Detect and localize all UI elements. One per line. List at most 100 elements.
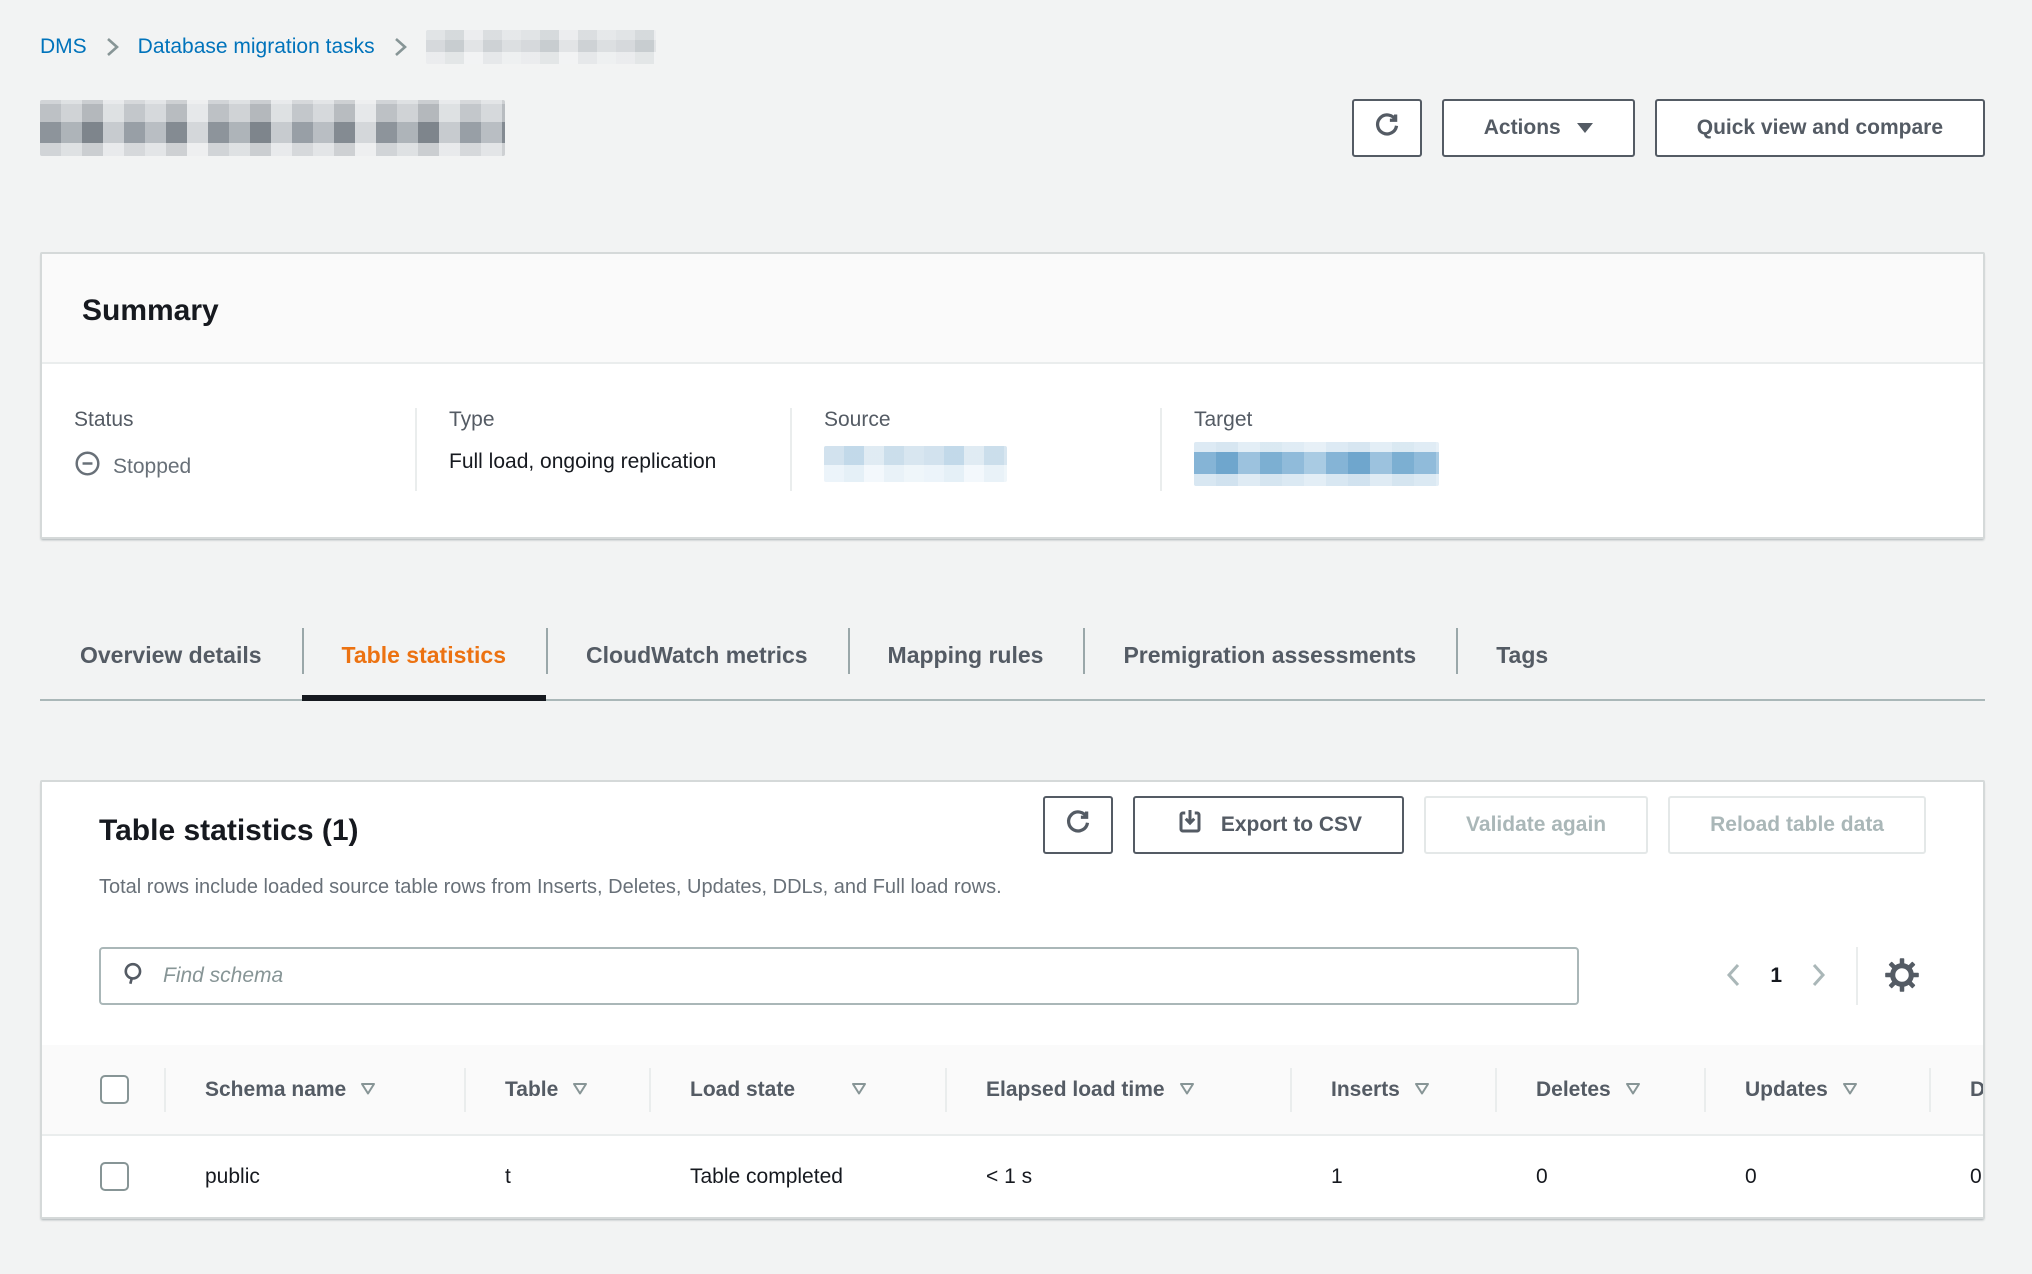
summary-field-target: Target — [1160, 408, 1983, 491]
current-page-number: 1 — [1770, 964, 1782, 988]
table-row: public t Table completed < 1 s 1 0 0 0 — [42, 1135, 1983, 1217]
sort-icon — [851, 1077, 867, 1100]
sort-icon — [1179, 1077, 1195, 1100]
refresh-icon — [1063, 807, 1093, 843]
validate-again-button[interactable]: Validate again — [1424, 796, 1648, 854]
sort-icon — [572, 1077, 588, 1100]
row-checkbox[interactable] — [100, 1162, 129, 1191]
source-label: Source — [824, 408, 1160, 432]
table-refresh-button[interactable] — [1043, 796, 1113, 854]
table-statistics-description: Total rows include loaded source table r… — [42, 876, 1983, 899]
summary-title: Summary — [82, 294, 1943, 328]
stopped-circle-minus-icon — [74, 450, 101, 483]
column-label: Load state — [690, 1078, 795, 1101]
summary-card: Summary Status Stopped Type Full load, o… — [40, 252, 1985, 539]
table-statistics-actions: Export to CSV Validate again Reload tabl… — [1043, 796, 1926, 854]
next-page-button[interactable] — [1796, 954, 1840, 998]
refresh-button[interactable] — [1352, 99, 1422, 157]
sort-icon — [1625, 1077, 1641, 1100]
header-actions: Actions Quick view and compare — [1352, 99, 1985, 157]
page-title-redacted — [40, 100, 505, 156]
tab-premigration-assessments[interactable]: Premigration assessments — [1083, 611, 1456, 699]
breadcrumb: DMS Database migration tasks — [40, 30, 1985, 64]
page-header: Actions Quick view and compare — [40, 98, 1985, 158]
type-value: Full load, ongoing replication — [449, 450, 790, 474]
cell-table: t — [464, 1135, 649, 1217]
column-header-updates[interactable]: Updates — [1704, 1045, 1929, 1135]
table-header-row: Schema name Table Load state Elapsed loa… — [42, 1045, 1983, 1135]
gear-icon — [1884, 957, 1920, 996]
type-label: Type — [449, 408, 790, 432]
cell-schema-name: public — [164, 1135, 464, 1217]
cell-load-state: Table completed — [649, 1135, 945, 1217]
tab-overview-details[interactable]: Overview details — [40, 611, 302, 699]
tab-bar: Overview details Table statistics CloudW… — [40, 611, 1985, 701]
sort-icon — [1842, 1077, 1858, 1100]
schema-search-box — [99, 947, 1579, 1005]
column-label: Table — [505, 1078, 558, 1101]
status-text: Stopped — [113, 455, 191, 479]
column-header-elapsed-load-time[interactable]: Elapsed load time — [945, 1045, 1290, 1135]
reload-table-data-button[interactable]: Reload table data — [1668, 796, 1926, 854]
source-value-redacted — [824, 446, 1007, 482]
tab-cloudwatch-metrics[interactable]: CloudWatch metrics — [546, 611, 848, 699]
column-header-ddls[interactable]: DDLs — [1929, 1045, 1983, 1135]
table-statistics-table: Schema name Table Load state Elapsed loa… — [42, 1045, 1983, 1217]
cell-elapsed-load-time: < 1 s — [945, 1135, 1290, 1217]
tab-table-statistics[interactable]: Table statistics — [302, 611, 546, 699]
select-all-header-cell — [42, 1045, 164, 1135]
column-label: Inserts — [1331, 1078, 1400, 1101]
target-label: Target — [1194, 408, 1983, 432]
pagination: 1 — [1712, 947, 1926, 1005]
table-statistics-card: Table statistics (1) — [40, 780, 1985, 1219]
table-statistics-header: Table statistics (1) — [42, 782, 1983, 854]
table-statistics-title: Table statistics (1) — [99, 814, 359, 848]
column-header-deletes[interactable]: Deletes — [1495, 1045, 1704, 1135]
export-to-csv-label: Export to CSV — [1221, 813, 1362, 837]
quick-view-compare-button[interactable]: Quick view and compare — [1655, 99, 1985, 157]
row-select-cell — [42, 1135, 164, 1217]
download-icon — [1175, 807, 1205, 843]
schema-search-input[interactable] — [163, 964, 1557, 988]
column-header-schema-name[interactable]: Schema name — [164, 1045, 464, 1135]
column-label: DDLs — [1970, 1078, 1983, 1101]
table-filter-row: 1 — [42, 947, 1983, 1005]
cell-ddls: 0 — [1929, 1135, 1983, 1217]
pagination-divider — [1856, 947, 1858, 1005]
preferences-button[interactable] — [1878, 952, 1926, 1000]
breadcrumb-link-migration-tasks[interactable]: Database migration tasks — [138, 35, 375, 59]
column-header-table[interactable]: Table — [464, 1045, 649, 1135]
column-label: Updates — [1745, 1078, 1828, 1101]
export-to-csv-button[interactable]: Export to CSV — [1133, 796, 1404, 854]
previous-page-button[interactable] — [1712, 954, 1756, 998]
column-label: Deletes — [1536, 1078, 1611, 1101]
summary-field-source: Source — [790, 408, 1160, 491]
actions-menu-button[interactable]: Actions — [1442, 99, 1635, 157]
breadcrumb-chevron-icon — [393, 36, 408, 58]
column-header-load-state[interactable]: Load state — [649, 1045, 945, 1135]
sort-icon — [1414, 1077, 1430, 1100]
column-label: Schema name — [205, 1078, 346, 1101]
breadcrumb-link-dms[interactable]: DMS — [40, 35, 87, 59]
status-value: Stopped — [74, 450, 415, 483]
cell-inserts: 1 — [1290, 1135, 1495, 1217]
status-label: Status — [74, 408, 415, 432]
select-all-checkbox[interactable] — [100, 1075, 129, 1104]
target-value-redacted — [1194, 442, 1439, 486]
column-header-inserts[interactable]: Inserts — [1290, 1045, 1495, 1135]
table-statistics-table-container: Schema name Table Load state Elapsed loa… — [42, 1045, 1983, 1217]
breadcrumb-chevron-icon — [105, 36, 120, 58]
tab-mapping-rules[interactable]: Mapping rules — [848, 611, 1084, 699]
sort-icon — [360, 1077, 376, 1100]
tab-tags[interactable]: Tags — [1456, 611, 1588, 699]
actions-menu-label: Actions — [1484, 116, 1561, 140]
search-icon — [121, 961, 147, 992]
summary-card-header: Summary — [42, 254, 1983, 364]
cell-updates: 0 — [1704, 1135, 1929, 1217]
summary-card-body: Status Stopped Type Full load, ongoing r… — [42, 364, 1983, 537]
breadcrumb-current-item-redacted — [426, 30, 656, 64]
summary-field-type: Type Full load, ongoing replication — [415, 408, 790, 491]
refresh-icon — [1372, 110, 1402, 146]
cell-deletes: 0 — [1495, 1135, 1704, 1217]
summary-field-status: Status Stopped — [42, 408, 415, 491]
